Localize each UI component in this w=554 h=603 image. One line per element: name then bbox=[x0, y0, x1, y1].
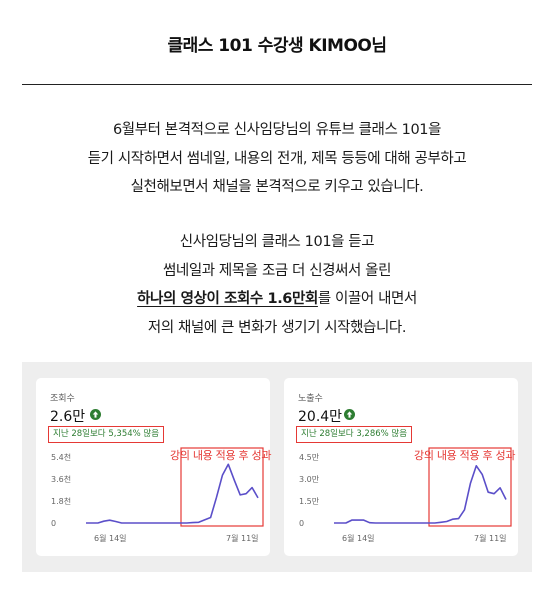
x-tick-label: 6월 14일 bbox=[94, 533, 127, 543]
impressions-chart: 0 1.5만 3.0만 4.5만 6월 14일 7월 11일 bbox=[299, 447, 512, 543]
result-callout: 강의 내용 적용 후 성과 bbox=[170, 449, 272, 462]
series-line bbox=[334, 465, 507, 524]
series-line bbox=[86, 463, 259, 524]
story-line-highlight: 하나의 영상이 조회수 1.6만회를 이끌어 내면서 bbox=[0, 285, 554, 314]
x-tick-label: 6월 14일 bbox=[342, 533, 375, 543]
page-title: 클래스 101 수강생 KIMOO님 bbox=[167, 36, 387, 56]
intro-line: 6월부터 본격적으로 신사임당님의 유튜브 클래스 101을 bbox=[112, 122, 442, 138]
story-paragraph: 신사임당님의 클래스 101을 듣고 썸네일과 제목을 조금 더 신경써서 올린… bbox=[0, 228, 554, 342]
views-chart: 0 1.8천 3.6천 5.4천 6월 14일 7월 11일 bbox=[51, 447, 264, 543]
title-divider bbox=[22, 84, 532, 85]
analytics-screenshot-panel: 조회수 2.6만 지난 28일보다 5,354% 많음 0 1.8천 3.6천 5.4… bbox=[22, 362, 532, 572]
story-line-rest: 를 이끌어 내면서 bbox=[317, 291, 417, 307]
x-tick-label: 7월 11일 bbox=[474, 533, 507, 543]
story-line: 저의 채널에 큰 변화가 생기기 시작했습니다. bbox=[147, 319, 407, 336]
story-line: 썸네일과 제목을 조금 더 신경써서 올린 bbox=[162, 262, 392, 279]
y-tick-label: 1.5만 bbox=[299, 497, 320, 506]
y-tick-label: 5.4천 bbox=[51, 452, 71, 462]
intro-paragraph: 6월부터 본격적으로 신사임당님의 유튜브 클래스 101을 듣기 시작하면서 … bbox=[0, 116, 554, 202]
y-tick-label: 3.6천 bbox=[51, 474, 71, 484]
y-tick-label: 0 bbox=[299, 519, 304, 528]
impressions-card: 노출수 20.4만 지난 28일보다 3,286% 많음 0 1.5만 3.0만 4.… bbox=[284, 378, 518, 556]
result-callout: 강의 내용 적용 후 성과 bbox=[414, 449, 516, 462]
views-card: 조회수 2.6만 지난 28일보다 5,354% 많음 0 1.8천 3.6천 5.4… bbox=[36, 378, 272, 556]
intro-line: 실천해보면서 채널을 본격적으로 키우고 있습니다. bbox=[130, 179, 424, 195]
y-tick-label: 0 bbox=[51, 519, 56, 528]
y-tick-label: 3.0만 bbox=[299, 475, 320, 484]
x-tick-label: 7월 11일 bbox=[226, 533, 259, 543]
intro-line: 듣기 시작하면서 썸네일, 내용의 전개, 제목 등등에 대해 공부하고 bbox=[87, 150, 467, 167]
y-tick-label: 1.8천 bbox=[51, 496, 71, 506]
highlight-text: 하나의 영상이 조회수 1.6만회 bbox=[137, 291, 318, 307]
story-line: 신사임당님의 클래스 101을 듣고 bbox=[179, 234, 375, 250]
y-tick-label: 4.5만 bbox=[299, 453, 320, 462]
